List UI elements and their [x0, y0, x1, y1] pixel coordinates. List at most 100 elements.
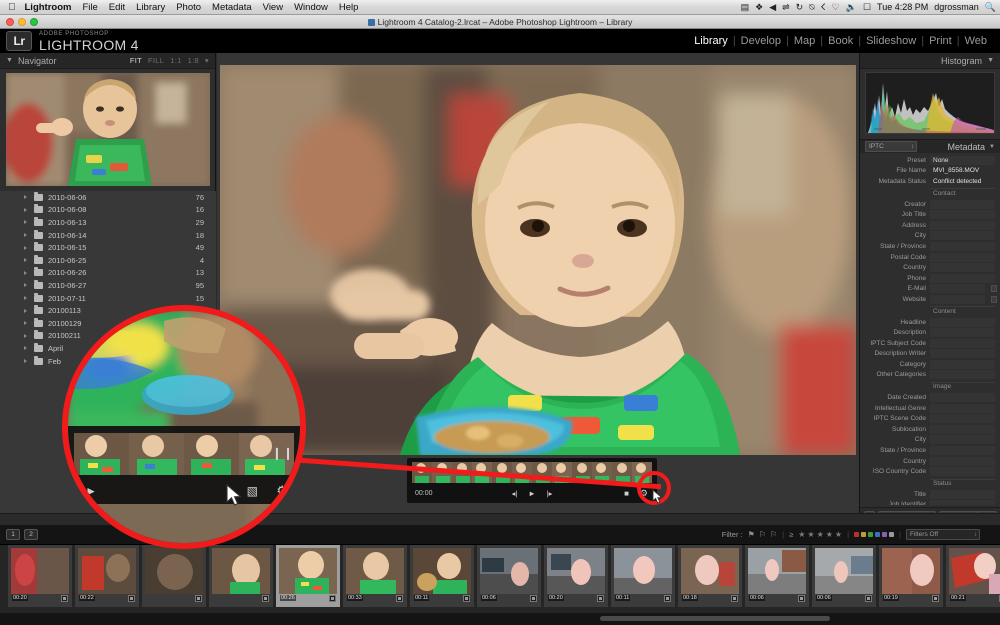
disclosure-triangle-icon[interactable]	[24, 359, 27, 364]
metadata-value[interactable]	[930, 403, 995, 413]
color-label-none[interactable]	[889, 532, 895, 537]
zoom-chevron-down-icon[interactable]: ▾	[205, 56, 209, 65]
metadata-value[interactable]	[930, 467, 995, 477]
filmstrip-item[interactable]: 00:11	[410, 545, 474, 607]
metadata-value[interactable]: Conflict detected	[930, 177, 995, 186]
disclosure-triangle-icon[interactable]	[24, 283, 27, 288]
module-map[interactable]: Map	[789, 35, 820, 47]
metadata-row-metadata-status[interactable]: Metadata Status Conflict detected	[860, 176, 1000, 187]
volume-icon[interactable]: 🔈	[846, 2, 857, 12]
pause-icon[interactable]: ❙❙	[272, 446, 294, 460]
navigator-preview[interactable]	[6, 73, 210, 186]
metadata-value[interactable]	[930, 393, 995, 403]
flag-unflagged-icon[interactable]: ⚐	[759, 530, 766, 539]
zoom-fit[interactable]: FIT	[130, 56, 142, 65]
zoom-1to8[interactable]: 1:8	[188, 56, 199, 65]
metadata-value[interactable]	[930, 500, 995, 505]
metadata-value[interactable]	[930, 317, 995, 327]
minimize-window-button[interactable]	[18, 18, 26, 26]
filmstrip-item[interactable]: 00:20	[8, 545, 72, 607]
star-icon[interactable]: ★	[807, 530, 814, 539]
star-icon[interactable]: ★	[798, 530, 805, 539]
bluetooth-sync-icon[interactable]: ⇌	[782, 2, 790, 12]
menu-library[interactable]: Library	[136, 2, 165, 13]
menu-metadata[interactable]: Metadata	[212, 2, 252, 13]
metadata-value[interactable]	[930, 241, 995, 251]
zoom-window-button[interactable]	[30, 18, 38, 26]
metadata-row-intellectual-genre[interactable]: Intellectual Genre	[860, 403, 1000, 414]
disclosure-triangle-icon[interactable]	[24, 296, 27, 301]
triangle-icon[interactable]: ▼	[987, 57, 994, 64]
color-label-blue[interactable]	[875, 532, 881, 537]
sync-icon[interactable]: ↻	[796, 2, 804, 12]
step-forward-icon[interactable]: |▸	[547, 489, 553, 498]
menu-bar-username[interactable]: dgrossman	[934, 2, 979, 12]
triangle-icon[interactable]: ▼	[6, 57, 13, 64]
menu-edit[interactable]: Edit	[109, 2, 125, 13]
menu-bar-clock[interactable]: Tue 4:28 PM	[877, 2, 928, 12]
star-icon[interactable]: ★	[817, 530, 824, 539]
close-window-button[interactable]	[6, 18, 14, 26]
module-book[interactable]: Book	[823, 35, 858, 47]
display-icon[interactable]: ▤	[741, 2, 750, 12]
filmstrip-item[interactable]: 00:06	[812, 545, 876, 607]
module-print[interactable]: Print	[924, 35, 957, 47]
disclosure-triangle-icon[interactable]	[24, 346, 27, 351]
disclosure-triangle-icon[interactable]	[24, 233, 27, 238]
menu-file[interactable]: File	[82, 2, 97, 13]
disclosure-triangle-icon[interactable]	[24, 207, 27, 212]
color-label-purple[interactable]	[882, 532, 888, 537]
filter-lock-icon[interactable]	[985, 530, 994, 539]
metadata-value[interactable]	[930, 273, 995, 283]
flag-picked-icon[interactable]: ⚑	[748, 530, 755, 539]
bluetooth-icon[interactable]: 𐌂	[821, 2, 826, 12]
module-develop[interactable]: Develop	[736, 35, 786, 47]
star-icon[interactable]: ★	[826, 530, 833, 539]
module-slideshow[interactable]: Slideshow	[861, 35, 921, 47]
metadata-row-date-created[interactable]: Date Created	[860, 392, 1000, 403]
folder-row[interactable]: 2010-06-25 4	[0, 254, 216, 267]
open-link-icon[interactable]	[991, 285, 997, 293]
flag-rejected-icon[interactable]: ⚐	[770, 530, 777, 539]
disclosure-triangle-icon[interactable]	[24, 333, 27, 338]
metadata-row-iptc-scene-code[interactable]: IPTC Scene Code	[860, 413, 1000, 424]
metadata-row-job-identifier[interactable]: Job Identifier	[860, 500, 1000, 505]
zoom-fill[interactable]: FILL	[148, 56, 164, 65]
screen-mode-2-button[interactable]: 2	[24, 529, 38, 540]
metadata-value[interactable]: None	[930, 155, 995, 165]
disclosure-triangle-icon[interactable]	[24, 270, 27, 275]
folder-row[interactable]: 2010-06-26 13	[0, 267, 216, 280]
metadata-row-email[interactable]: E-Mail	[860, 284, 1000, 295]
spotlight-search-icon[interactable]: 🔍	[985, 2, 996, 12]
filmstrip-item[interactable]	[142, 545, 206, 607]
filmstrip-item[interactable]: 00:20	[544, 545, 608, 607]
module-library[interactable]: Library	[689, 35, 733, 47]
metadata-row-category[interactable]: Category	[860, 359, 1000, 370]
metadata-row-city[interactable]: City	[860, 231, 1000, 242]
menu-window[interactable]: Window	[294, 2, 328, 13]
star-icon[interactable]: ★	[835, 530, 842, 539]
metadata-row-iptc-subject-code[interactable]: IPTC Subject Code	[860, 338, 1000, 349]
menu-view[interactable]: View	[263, 2, 283, 13]
filmstrip-item[interactable]: 00:18	[678, 545, 742, 607]
metadata-row-file-name[interactable]: File Name MVI_8558.MOV	[860, 166, 1000, 177]
filmstrip-item-selected[interactable]: 00:26	[276, 545, 340, 607]
folder-row[interactable]: 2010-07-11 15	[0, 292, 216, 305]
folder-row[interactable]: 2010-06-13 29	[0, 216, 216, 229]
disclosure-triangle-icon[interactable]	[24, 321, 27, 326]
metadata-value[interactable]	[930, 456, 995, 466]
metadata-value[interactable]	[930, 435, 995, 445]
metadata-row-image-city[interactable]: City	[860, 435, 1000, 446]
metadata-preset-selector[interactable]: IPTC	[865, 141, 917, 152]
folder-row[interactable]: 2010-06-15 49	[0, 241, 216, 254]
filmstrip-item[interactable]: 00:11	[611, 545, 675, 607]
apple-logo-icon[interactable]: 	[8, 2, 16, 13]
metadata-value[interactable]	[930, 263, 995, 273]
metadata-value[interactable]	[930, 370, 995, 380]
heart-icon[interactable]: ♡	[832, 2, 840, 12]
metadata-row-description[interactable]: Description	[860, 327, 1000, 338]
folder-row[interactable]: 2010-06-08 16	[0, 204, 216, 217]
histogram-graph[interactable]	[865, 72, 995, 134]
navigator-header[interactable]: ▼ Navigator FIT FILL 1:1 1:8 ▾	[0, 53, 215, 69]
metadata-value[interactable]	[930, 338, 995, 348]
